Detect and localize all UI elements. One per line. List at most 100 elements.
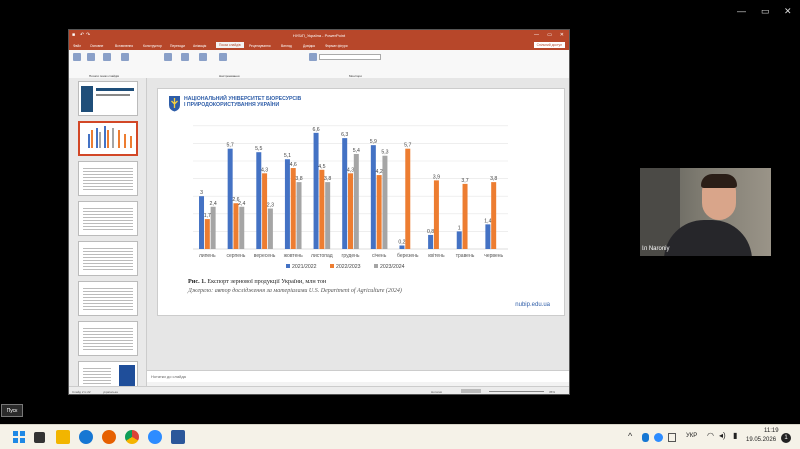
tab-review[interactable]: Рецензування (249, 44, 271, 48)
caption-number: Рис. 1. (188, 278, 206, 285)
x-tick-label: жовтень (284, 253, 303, 259)
data-label: 1,4 (484, 218, 491, 224)
current-slide[interactable]: НАЦІОНАЛЬНИЙ УНІВЕРСИТЕТ БІОРЕСУРСІВ І П… (157, 88, 565, 316)
powerpoint-window: ■ ↶ ↷ НУБіП_Україна - PowerPoint — ▭ ✕ Ф… (68, 29, 570, 395)
data-label: 2,4 (238, 201, 245, 207)
task-view-icon[interactable] (34, 432, 45, 443)
maximize-icon[interactable]: ▭ (761, 6, 770, 17)
close-icon[interactable]: ✕ (784, 6, 792, 17)
data-label: 5,4 (353, 148, 360, 154)
start-icon[interactable] (12, 430, 26, 444)
taskbar: ^ УКР ◠ ◂) ▮ 11:19 19.05.2026 1 (0, 424, 800, 449)
x-tick-label: квітень (428, 253, 445, 259)
tab-slideshow[interactable]: Показ слайдів (216, 42, 244, 48)
setup-show-icon[interactable] (164, 53, 172, 61)
tab-insert[interactable]: Вставлення (115, 44, 133, 48)
data-label: 1 (458, 225, 461, 231)
bar (353, 153, 359, 249)
clock-date[interactable]: 19.05.2026 (746, 437, 776, 443)
from-beginning-icon[interactable] (73, 53, 81, 61)
data-label: 6,6 (312, 127, 319, 133)
data-label: 1,7 (204, 213, 211, 219)
source-note: Джерело: автор дослідження за матеріалам… (188, 288, 402, 294)
slide-counter: Слайд 2 із 22 (72, 390, 91, 394)
bar (267, 208, 273, 249)
rehearse-icon[interactable] (199, 53, 207, 61)
data-label: 2,4 (210, 201, 217, 207)
edge-icon[interactable] (79, 430, 93, 444)
tab-file[interactable]: Файл (73, 44, 81, 48)
file-explorer-icon[interactable] (56, 430, 70, 444)
notes-toggle[interactable]: Нотатки (431, 390, 442, 394)
clock-time[interactable]: 11:19 (764, 428, 779, 434)
wifi-icon[interactable]: ◠ (707, 431, 714, 440)
tab-design[interactable]: Конструктор (143, 44, 162, 48)
custom-show-icon[interactable] (121, 53, 129, 61)
bar (462, 183, 468, 249)
data-label: 3,7 (461, 178, 468, 184)
view-buttons[interactable] (461, 389, 481, 393)
tab-help[interactable]: Довідка (303, 44, 315, 48)
from-current-icon[interactable] (87, 53, 95, 61)
zoom-slider[interactable] (489, 391, 544, 392)
data-label: 4,6 (290, 162, 297, 168)
monitor-select[interactable] (319, 54, 381, 60)
tab-transitions[interactable]: Переходи (170, 44, 185, 48)
tab-animations[interactable]: Анімація (193, 44, 206, 48)
present-online-icon[interactable] (103, 53, 111, 61)
zoom-tray-icon[interactable] (654, 433, 663, 442)
slide-thumbnails-pane[interactable] (69, 78, 147, 394)
data-label: 3,8 (324, 176, 331, 182)
bar (204, 219, 210, 249)
bar (348, 173, 353, 249)
chrome-icon[interactable] (125, 430, 139, 444)
word-icon[interactable] (171, 430, 185, 444)
zoom-icon[interactable] (148, 430, 162, 444)
bar (399, 245, 405, 249)
tab-home[interactable]: Основне (90, 44, 103, 48)
slide-thumbnail-selected[interactable] (78, 121, 138, 156)
data-label: 3,8 (295, 176, 302, 182)
battery-icon[interactable] (668, 433, 676, 442)
bar (199, 196, 205, 249)
bluetooth-icon[interactable] (642, 433, 649, 442)
slide-thumbnail[interactable] (78, 161, 138, 196)
monitor-icon[interactable] (309, 53, 317, 61)
hide-slide-icon[interactable] (181, 53, 189, 61)
bar (233, 203, 239, 249)
language-indicator[interactable]: УКР (686, 433, 697, 439)
slide-thumbnail[interactable] (78, 281, 138, 316)
x-tick-label: червень (484, 253, 503, 259)
tab-view[interactable]: Вигляд (281, 44, 292, 48)
x-tick-label: листопад (311, 253, 333, 259)
record-icon[interactable] (219, 53, 227, 61)
notification-badge[interactable]: 1 (781, 433, 791, 443)
slide-thumbnail[interactable] (78, 241, 138, 276)
chevron-up-icon[interactable]: ^ (628, 431, 632, 441)
data-label: 4,2 (376, 169, 383, 175)
data-label: 5,7 (227, 143, 234, 149)
minimize-icon[interactable]: — (737, 6, 746, 16)
person-hair (701, 174, 737, 188)
bar (370, 145, 376, 249)
bar (325, 182, 331, 249)
bar (239, 206, 245, 249)
x-tick-label: грудень (342, 253, 360, 259)
restore-icon[interactable]: ▭ (547, 32, 552, 38)
slide-thumbnail[interactable] (78, 81, 138, 116)
volume-icon[interactable]: ◂) (719, 431, 726, 440)
data-label: 3 (200, 190, 203, 196)
close-icon[interactable]: ✕ (560, 32, 564, 38)
bar (433, 180, 439, 249)
window-title: НУБіП_Україна - PowerPoint (292, 33, 346, 38)
language-indicator: українська (103, 390, 118, 394)
notes-pane[interactable]: Нотатки до слайда (147, 370, 569, 382)
share-button[interactable]: Спільний доступ (533, 42, 565, 48)
slide-thumbnail[interactable] (78, 321, 138, 356)
power-icon[interactable]: ▮ (733, 431, 737, 440)
firefox-icon[interactable] (102, 430, 116, 444)
bar (313, 132, 319, 249)
slide-thumbnail[interactable] (78, 201, 138, 236)
minimize-icon[interactable]: — (534, 32, 539, 38)
tab-shape-format[interactable]: Формат фігури (325, 44, 348, 48)
